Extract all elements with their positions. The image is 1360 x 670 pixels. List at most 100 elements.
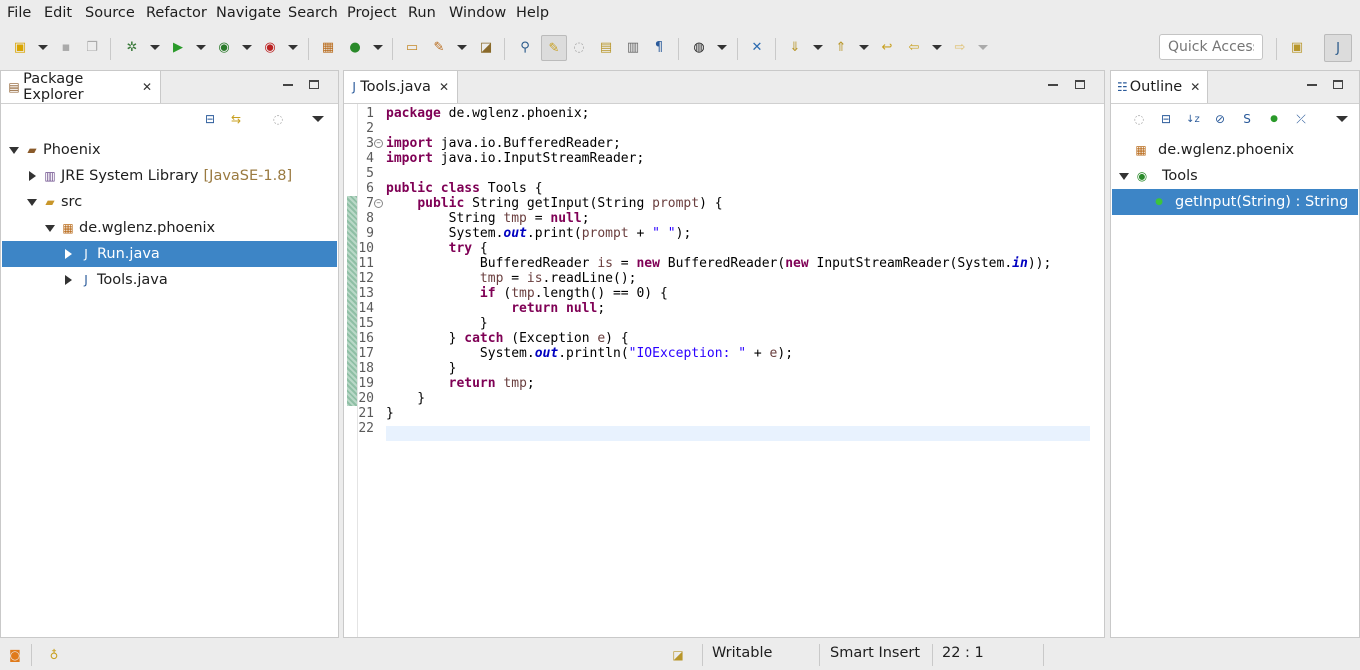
back-icon[interactable]: ⇦ bbox=[905, 38, 923, 56]
save-all-icon[interactable]: ❐ bbox=[83, 38, 101, 56]
input-method-icon[interactable]: ◪ bbox=[670, 647, 686, 663]
close-icon[interactable]: ✕ bbox=[1190, 80, 1200, 94]
mark-occurrences-icon[interactable]: ✎ bbox=[541, 35, 567, 61]
new-class-dropdown[interactable] bbox=[373, 45, 383, 50]
focus-icon[interactable]: ◌ bbox=[270, 111, 286, 127]
back-dropdown[interactable] bbox=[932, 45, 942, 50]
outline-item-class[interactable]: ◉ Tools bbox=[1112, 163, 1358, 189]
fold-icon[interactable]: − bbox=[374, 139, 383, 148]
new-class-icon[interactable]: ● bbox=[346, 38, 364, 56]
expand-icon[interactable] bbox=[45, 224, 55, 232]
open-type-icon[interactable]: ▭ bbox=[403, 38, 421, 56]
fold-icon[interactable]: − bbox=[374, 199, 383, 208]
new-icon[interactable]: ▣ bbox=[11, 38, 29, 56]
minimize-icon[interactable] bbox=[1048, 84, 1058, 86]
previous-annotation-icon[interactable]: ⇑ bbox=[832, 38, 850, 56]
last-edit-icon[interactable]: ↩ bbox=[878, 38, 896, 56]
tab-tools-java[interactable]: J Tools.java ✕ bbox=[344, 71, 458, 103]
tree-item-jre-library[interactable]: ▥ JRE System Library [JavaSE-1.8] bbox=[2, 163, 337, 189]
expand-icon[interactable] bbox=[1119, 172, 1129, 180]
collapse-all-icon[interactable]: ⊟ bbox=[1158, 111, 1174, 127]
menu-refactor[interactable]: Refactor bbox=[146, 5, 207, 21]
quick-access-input[interactable] bbox=[1159, 34, 1263, 60]
previous-annotation-dropdown[interactable] bbox=[859, 45, 869, 50]
debug-dropdown[interactable] bbox=[150, 45, 160, 50]
close-icon[interactable]: ✕ bbox=[142, 80, 152, 94]
menu-file[interactable]: File bbox=[7, 5, 31, 21]
tab-package-explorer[interactable]: ▤ Package Explorer ✕ bbox=[1, 71, 161, 103]
user-icon[interactable]: ◍ bbox=[690, 38, 708, 56]
hide-static-icon[interactable]: S bbox=[1239, 111, 1255, 127]
menu-edit[interactable]: Edit bbox=[44, 5, 72, 21]
rss-icon[interactable]: ◙ bbox=[7, 647, 23, 663]
tab-outline[interactable]: ☷ Outline ✕ bbox=[1111, 71, 1208, 103]
tree-item-tools-java[interactable]: J Tools.java bbox=[2, 267, 337, 293]
pin-editor-icon[interactable]: ✕ bbox=[748, 38, 766, 56]
code-line: 18 } bbox=[358, 361, 457, 376]
debug-icon[interactable]: ✲ bbox=[123, 38, 141, 56]
tree-item-package[interactable]: ▦ de.wglenz.phoenix bbox=[2, 215, 337, 241]
lightbulb-icon[interactable]: ♁ bbox=[46, 647, 62, 663]
maximize-icon[interactable] bbox=[1075, 80, 1085, 89]
new-package-icon[interactable]: ▦ bbox=[319, 38, 337, 56]
next-annotation-icon[interactable]: ⇓ bbox=[786, 38, 804, 56]
save-icon[interactable]: ▪ bbox=[57, 38, 75, 56]
maximize-icon[interactable] bbox=[309, 80, 319, 89]
menu-run[interactable]: Run bbox=[408, 5, 436, 21]
show-source-icon[interactable]: ▥ bbox=[624, 38, 642, 56]
expand-icon[interactable] bbox=[9, 146, 19, 154]
link-with-editor-icon[interactable]: ⇆ bbox=[228, 111, 244, 127]
run-icon[interactable]: ▶ bbox=[169, 38, 187, 56]
minimize-icon[interactable] bbox=[283, 84, 293, 86]
new-dropdown[interactable] bbox=[38, 45, 48, 50]
menu-window[interactable]: Window bbox=[449, 5, 506, 21]
external-tools-icon[interactable]: ◉ bbox=[261, 38, 279, 56]
java-perspective-icon[interactable]: J bbox=[1324, 34, 1352, 62]
open-task-icon[interactable]: ◪ bbox=[477, 38, 495, 56]
forward-icon[interactable]: ⇨ bbox=[951, 38, 969, 56]
minimize-icon[interactable] bbox=[1307, 84, 1317, 86]
expand-icon[interactable] bbox=[64, 249, 72, 259]
show-whitespace-icon[interactable]: ▤ bbox=[597, 38, 615, 56]
outline-title: Outline bbox=[1129, 79, 1183, 95]
menu-project[interactable]: Project bbox=[347, 5, 397, 21]
focus-icon[interactable]: ◌ bbox=[1131, 111, 1147, 127]
tree-item-project[interactable]: ▰ Phoenix bbox=[2, 137, 337, 163]
toggle-breadcrumb-icon[interactable]: ⚲ bbox=[516, 38, 534, 56]
maximize-icon[interactable] bbox=[1333, 80, 1343, 89]
menu-search[interactable]: Search bbox=[288, 5, 338, 21]
hide-fields-icon[interactable]: ⊘ bbox=[1212, 111, 1228, 127]
expand-icon[interactable] bbox=[27, 198, 37, 206]
forward-dropdown[interactable] bbox=[978, 45, 988, 50]
run-dropdown[interactable] bbox=[196, 45, 206, 50]
editor-panel: J Tools.java ✕ 1 package de.wglenz.phoeni… bbox=[343, 70, 1105, 638]
menu-source[interactable]: Source bbox=[85, 5, 135, 21]
menu-help[interactable]: Help bbox=[516, 5, 549, 21]
block-selection-icon[interactable]: ◌ bbox=[570, 38, 588, 56]
user-dropdown[interactable] bbox=[717, 45, 727, 50]
hide-local-types-icon[interactable]: ⤫ bbox=[1293, 111, 1309, 127]
search-task-icon[interactable]: ✎ bbox=[430, 38, 448, 56]
close-icon[interactable]: ✕ bbox=[439, 80, 449, 94]
open-perspective-icon[interactable]: ▣ bbox=[1288, 38, 1306, 56]
external-tools-dropdown[interactable] bbox=[288, 45, 298, 50]
collapse-all-icon[interactable]: ⊟ bbox=[202, 111, 218, 127]
tree-item-run-java[interactable]: J Run.java bbox=[2, 241, 337, 267]
coverage-icon[interactable]: ◉ bbox=[215, 38, 233, 56]
hide-non-public-icon[interactable]: ● bbox=[1266, 111, 1282, 127]
next-annotation-dropdown[interactable] bbox=[813, 45, 823, 50]
coverage-dropdown[interactable] bbox=[242, 45, 252, 50]
tree-item-src[interactable]: ▰ src bbox=[2, 189, 337, 215]
menu-navigate[interactable]: Navigate bbox=[216, 5, 281, 21]
outline-item-method[interactable]: ● getInput(String) : String bbox=[1112, 189, 1358, 215]
view-menu-icon[interactable] bbox=[310, 111, 326, 127]
outline-item-package[interactable]: ▦ de.wglenz.phoenix bbox=[1112, 137, 1358, 163]
code-editor[interactable]: 1 package de.wglenz.phoenix; 2 3− import j… bbox=[344, 104, 1104, 637]
expand-icon[interactable] bbox=[28, 171, 36, 181]
expand-icon[interactable] bbox=[64, 275, 72, 285]
pilcrow-icon[interactable]: ¶ bbox=[650, 38, 668, 56]
package-explorer-title: Package Explorer bbox=[23, 71, 84, 103]
view-menu-icon[interactable] bbox=[1334, 111, 1350, 127]
search-dropdown[interactable] bbox=[457, 45, 467, 50]
sort-icon[interactable]: ↓z bbox=[1185, 111, 1201, 127]
